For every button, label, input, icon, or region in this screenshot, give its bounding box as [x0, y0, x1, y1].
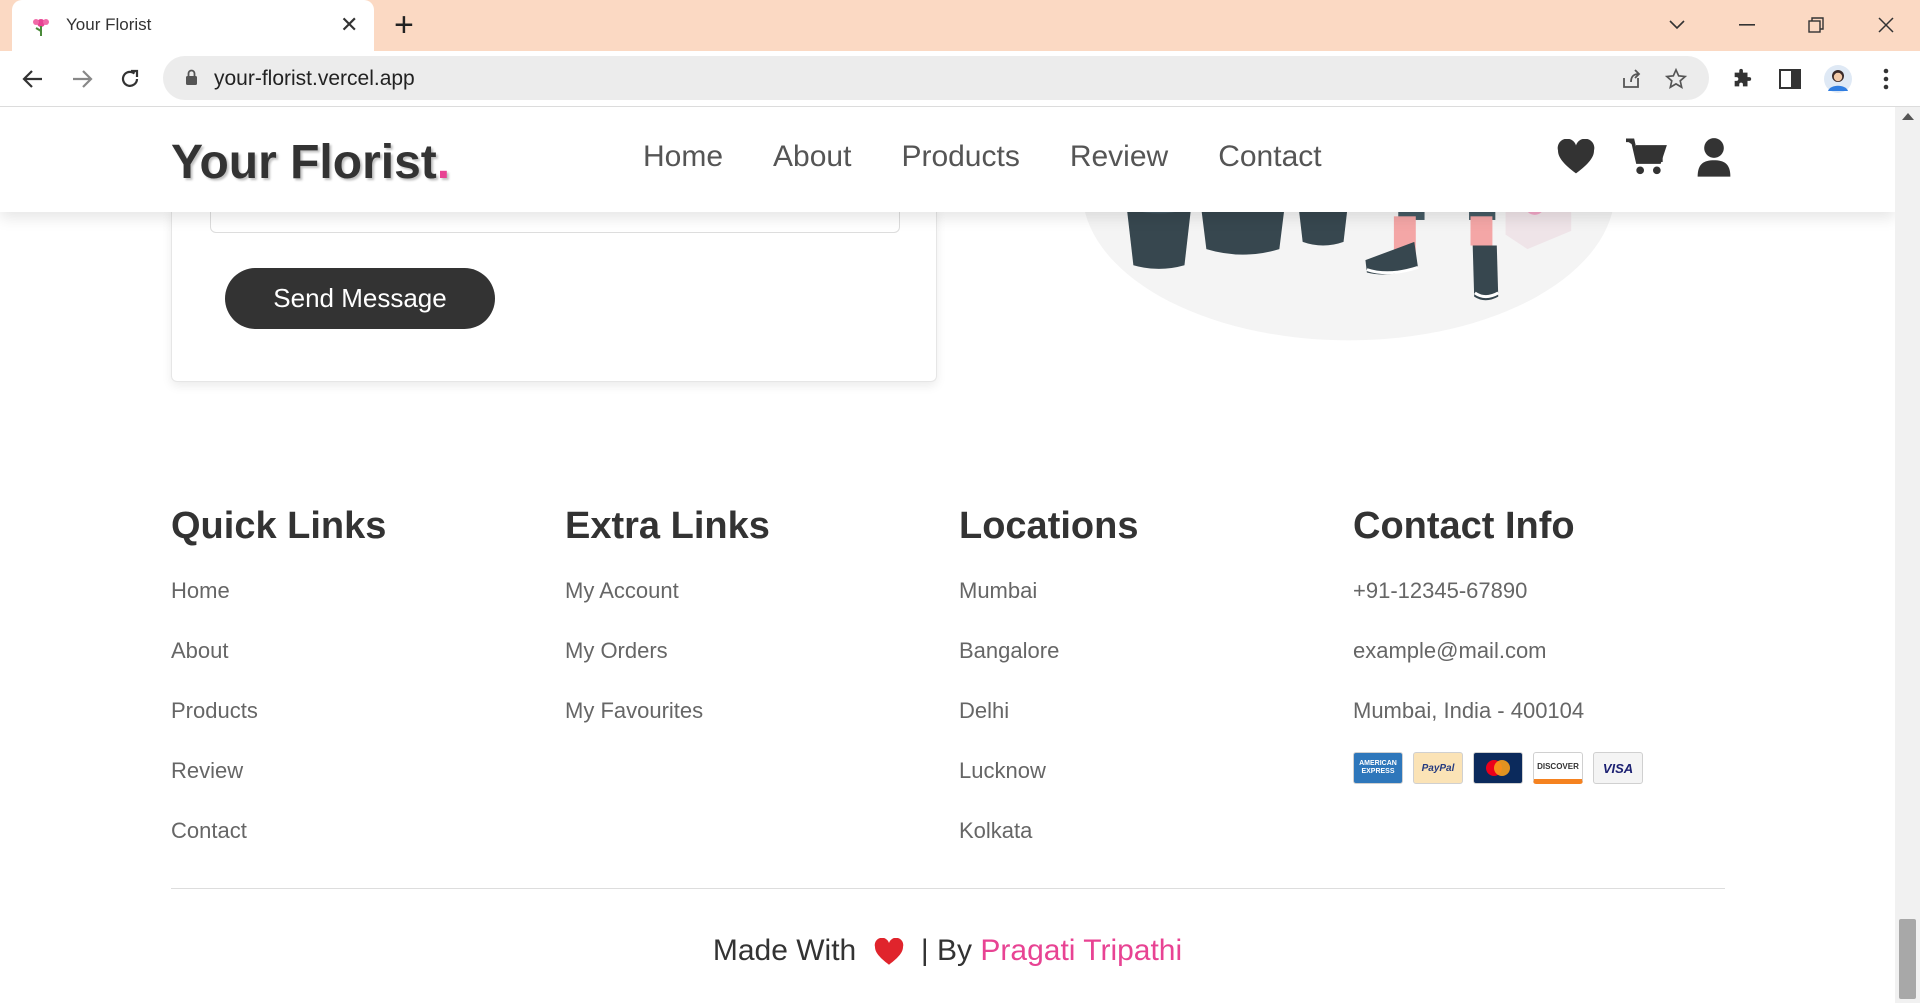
nav-products[interactable]: Products: [901, 140, 1019, 174]
tab-close-icon[interactable]: ✕: [340, 12, 358, 38]
user-icon[interactable]: [1696, 137, 1732, 177]
quick-links-heading: Quick Links: [171, 505, 387, 547]
site-logo[interactable]: Your Florist.: [171, 135, 450, 190]
footer-locations: Locations Mumbai Bangalore Delhi Lucknow…: [959, 505, 1339, 876]
scroll-up-arrow-icon[interactable]: [1902, 113, 1914, 120]
browser-toolbar: your-florist.vercel.app: [0, 51, 1920, 107]
location-delhi[interactable]: Delhi: [959, 696, 1339, 756]
location-mumbai[interactable]: Mumbai: [959, 576, 1339, 636]
scroll-thumb[interactable]: [1899, 919, 1916, 999]
new-tab-button[interactable]: +: [394, 8, 414, 42]
location-lucknow[interactable]: Lucknow: [959, 756, 1339, 816]
reload-button[interactable]: [114, 63, 146, 95]
amex-card-icon: AMERICAN EXPRESS: [1353, 752, 1403, 784]
location-bangalore[interactable]: Bangalore: [959, 636, 1339, 696]
location-kolkata[interactable]: Kolkata: [959, 816, 1339, 876]
footer-link-my-favourites[interactable]: My Favourites: [565, 696, 945, 756]
footer-credit: Made With | By Pragati Tripathi: [0, 934, 1895, 968]
red-heart-icon: [874, 938, 903, 965]
share-icon[interactable]: [1618, 66, 1644, 92]
back-button[interactable]: [17, 63, 49, 95]
footer-link-about[interactable]: About: [171, 636, 551, 696]
tab-title: Your Florist: [66, 15, 152, 34]
contact-info-heading: Contact Info: [1353, 505, 1575, 547]
site-header: Your Florist. Home About Products Review…: [0, 107, 1895, 212]
flower-favicon-icon: [33, 19, 49, 36]
contact-form-card: Send Message: [171, 197, 937, 382]
profile-avatar-icon[interactable]: [1822, 63, 1854, 95]
paypal-card-icon: PayPal: [1413, 752, 1463, 784]
contact-phone[interactable]: +91-12345-67890: [1353, 576, 1733, 636]
contact-email[interactable]: example@mail.com: [1353, 636, 1733, 696]
footer-contact-info: Contact Info +91-12345-67890 example@mai…: [1353, 505, 1733, 784]
credit-by: | By: [920, 934, 973, 967]
restore-button[interactable]: [1796, 10, 1836, 40]
footer-link-products[interactable]: Products: [171, 696, 551, 756]
discover-card-icon: DISCOVER: [1533, 752, 1583, 784]
browser-menu-icon[interactable]: [1870, 63, 1902, 95]
page-scrollbar[interactable]: [1895, 107, 1920, 1003]
mastercard-card-icon: [1473, 752, 1523, 784]
nav-review[interactable]: Review: [1070, 140, 1168, 174]
footer-extra-links: Extra Links My Account My Orders My Favo…: [565, 505, 945, 756]
contact-address[interactable]: Mumbai, India - 400104: [1353, 696, 1733, 756]
nav-about[interactable]: About: [773, 140, 851, 174]
browser-tab[interactable]: Your Florist ✕: [12, 0, 374, 51]
extra-links-heading: Extra Links: [565, 505, 770, 547]
tab-search-chevron-icon[interactable]: [1657, 10, 1697, 40]
send-message-button[interactable]: Send Message: [225, 268, 495, 329]
extensions-puzzle-icon[interactable]: [1726, 63, 1758, 95]
footer-link-contact[interactable]: Contact: [171, 816, 551, 876]
footer-link-home[interactable]: Home: [171, 576, 551, 636]
nav-home[interactable]: Home: [643, 140, 723, 174]
main-nav: Home About Products Review Contact: [643, 140, 1322, 174]
footer-link-my-account[interactable]: My Account: [565, 576, 945, 636]
logo-text[interactable]: Your Florist: [171, 136, 437, 189]
header-icons: [1556, 137, 1732, 177]
url-text[interactable]: your-florist.vercel.app: [214, 67, 415, 91]
lock-icon[interactable]: [185, 69, 198, 86]
credit-author-link[interactable]: Pragati Tripathi: [980, 934, 1182, 967]
heart-icon[interactable]: [1556, 139, 1596, 175]
footer-link-review[interactable]: Review: [171, 756, 551, 816]
logo-dot: .: [436, 136, 451, 189]
forward-button[interactable]: [66, 63, 98, 95]
browser-tabbar: Your Florist ✕ +: [0, 0, 1920, 51]
bookmark-star-icon[interactable]: [1663, 66, 1689, 92]
page-viewport: Send Message Your Florist. Home About Pr…: [0, 107, 1895, 1003]
minimize-button[interactable]: [1727, 10, 1767, 40]
visa-card-icon: VISA: [1593, 752, 1643, 784]
locations-heading: Locations: [959, 505, 1139, 547]
footer-quick-links: Quick Links Home About Products Review C…: [171, 505, 551, 876]
address-bar[interactable]: your-florist.vercel.app: [163, 56, 1709, 100]
cart-icon[interactable]: [1624, 137, 1668, 177]
side-panel-icon[interactable]: [1774, 63, 1806, 95]
nav-contact[interactable]: Contact: [1218, 140, 1321, 174]
footer-divider: [171, 888, 1725, 889]
payment-methods: AMERICAN EXPRESS PayPal DISCOVER VISA: [1353, 752, 1733, 784]
close-window-button[interactable]: [1866, 10, 1906, 40]
credit-prefix: Made With: [712, 934, 857, 967]
footer-link-my-orders[interactable]: My Orders: [565, 636, 945, 696]
